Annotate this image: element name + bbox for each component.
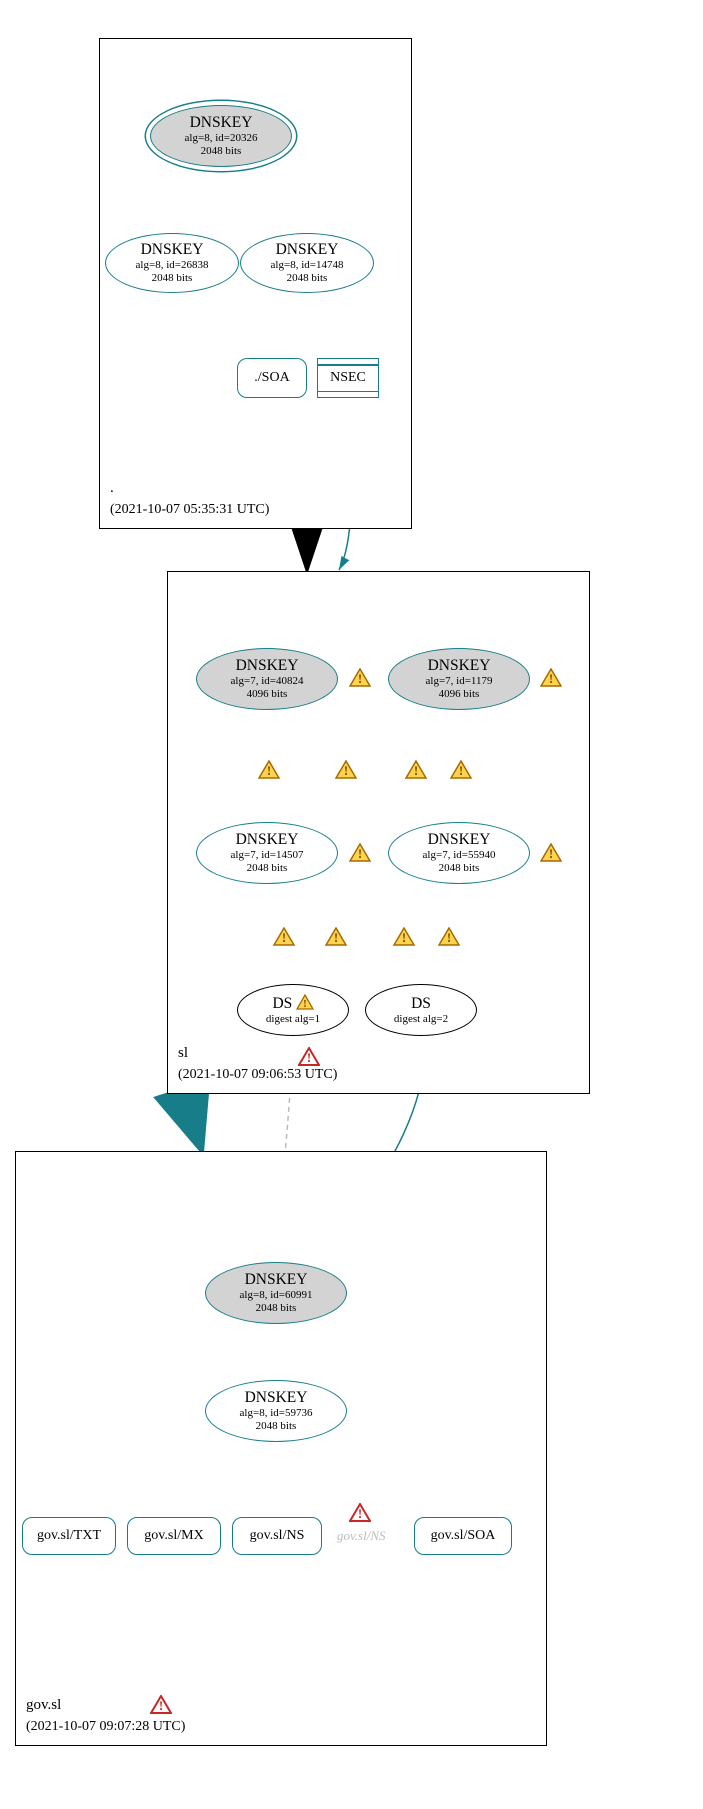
dnskey-sl-ksk-1179: DNSKEY alg=7, id=1179 4096 bits [388, 648, 530, 710]
warning-icon: ! [325, 927, 347, 947]
dnskey-gov-ksk: DNSKEY alg=8, id=60991 2048 bits [205, 1262, 347, 1324]
warning-icon: ! [349, 843, 371, 863]
svg-text:!: ! [344, 763, 348, 778]
warning-icon: ! [405, 760, 427, 780]
warning-icon: ! [349, 668, 371, 688]
warning-icon: ! [393, 927, 415, 947]
warning-icon: ! [273, 927, 295, 947]
svg-text:!: ! [334, 930, 338, 945]
svg-text:!: ! [358, 671, 362, 686]
root-soa: ./SOA [237, 358, 307, 398]
dnskey-gov-zsk: DNSKEY alg=8, id=59736 2048 bits [205, 1380, 347, 1442]
error-icon: ! [150, 1695, 172, 1715]
warning-icon: ! [335, 760, 357, 780]
gov-mx: gov.sl/MX [127, 1517, 221, 1555]
dnskey-root-zsk-14748: DNSKEY alg=8, id=14748 2048 bits [240, 233, 374, 293]
dnskey-root-zsk-26838: DNSKEY alg=8, id=26838 2048 bits [105, 233, 239, 293]
ds-digest2: DS digest alg=2 [365, 984, 477, 1036]
dnskey-sl-zsk-55940: DNSKEY alg=7, id=55940 2048 bits [388, 822, 530, 884]
svg-text:!: ! [358, 1506, 362, 1521]
zone-root-label: . (2021-10-07 05:35:31 UTC) [110, 478, 269, 520]
warning-icon: ! [450, 760, 472, 780]
warning-icon: ! [258, 760, 280, 780]
svg-text:!: ! [282, 930, 286, 945]
dnskey-sl-zsk-14507: DNSKEY alg=7, id=14507 2048 bits [196, 822, 338, 884]
svg-text:!: ! [549, 671, 553, 686]
ds-digest1: DS ! digest alg=1 [237, 984, 349, 1036]
warning-icon: ! [438, 927, 460, 947]
error-icon: ! [349, 1503, 371, 1523]
gov-ns: gov.sl/NS [232, 1517, 322, 1555]
svg-text:!: ! [267, 763, 271, 778]
dnskey-root-ksk: DNSKEY alg=8, id=20326 2048 bits [150, 105, 292, 167]
svg-text:!: ! [549, 846, 553, 861]
gov-ns-ghost: gov.sl/NS [337, 1528, 386, 1544]
error-icon: ! [298, 1047, 320, 1067]
svg-text:!: ! [303, 998, 307, 1010]
dnskey-sl-ksk-40824: DNSKEY alg=7, id=40824 4096 bits [196, 648, 338, 710]
warning-icon: ! [540, 843, 562, 863]
svg-text:!: ! [447, 930, 451, 945]
warning-icon: ! [540, 668, 562, 688]
svg-text:!: ! [414, 763, 418, 778]
gov-txt: gov.sl/TXT [22, 1517, 116, 1555]
svg-text:!: ! [307, 1050, 311, 1065]
svg-text:!: ! [159, 1698, 163, 1713]
svg-text:!: ! [402, 930, 406, 945]
gov-soa: gov.sl/SOA [414, 1517, 512, 1555]
root-nsec: NSEC [317, 358, 379, 398]
svg-text:!: ! [459, 763, 463, 778]
zone-gov-sl: gov.sl (2021-10-07 09:07:28 UTC) [15, 1151, 547, 1746]
svg-text:!: ! [358, 846, 362, 861]
warning-icon: ! [296, 994, 314, 1010]
